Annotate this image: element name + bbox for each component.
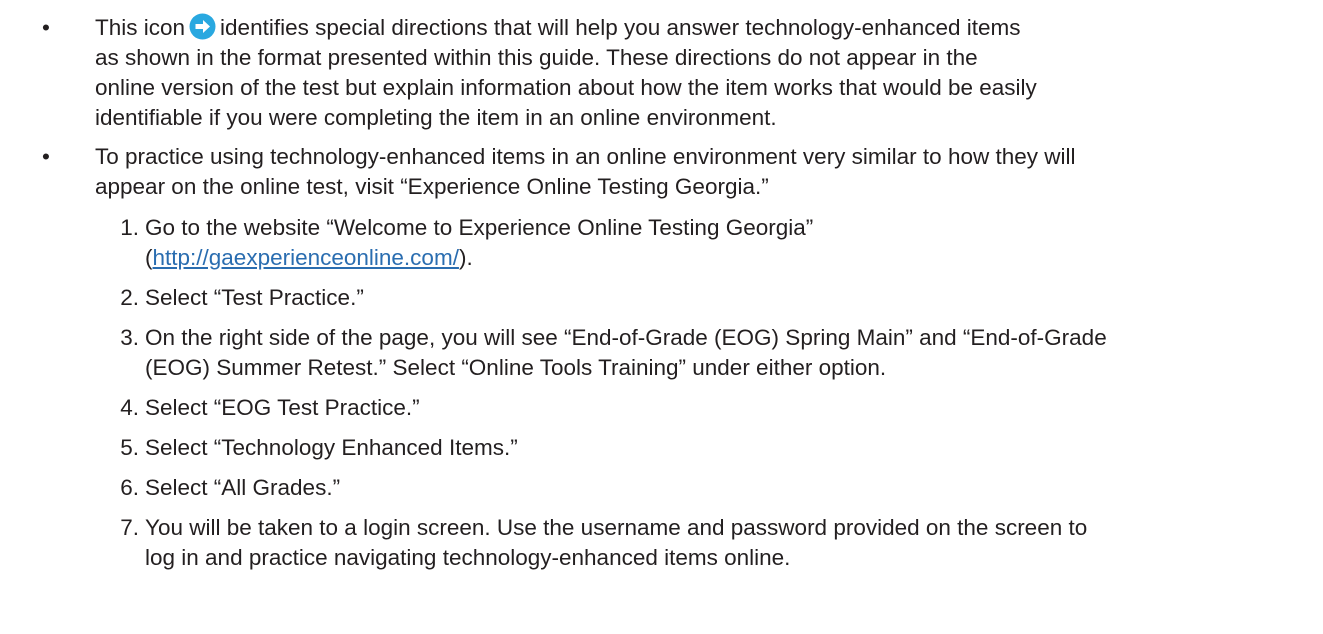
- bullet-line: This icon identifies special directions t…: [95, 13, 1295, 43]
- bullet-line: online version of the test but explain i…: [95, 75, 1037, 100]
- bullet-line: as shown in the format presented within …: [95, 45, 978, 70]
- step-line: Select “Test Practice.”: [145, 285, 364, 310]
- step-line: (EOG) Summer Retest.” Select “Online Too…: [145, 355, 887, 380]
- step-item: Select “EOG Test Practice.”: [145, 393, 1315, 423]
- step-item: Select “Test Practice.”: [145, 283, 1315, 313]
- step-line: log in and practice navigating technolog…: [145, 545, 791, 570]
- step-line: You will be taken to a login screen. Use…: [145, 515, 1088, 540]
- bullet-text: identifies special directions that will …: [220, 15, 1021, 40]
- step-line: Select “EOG Test Practice.”: [145, 395, 420, 420]
- arrow-right-circle-icon: [189, 13, 216, 40]
- step-text: ).: [458, 245, 473, 270]
- bullet-marker: •: [42, 144, 50, 169]
- step-item: Select “All Grades.”: [145, 473, 1315, 503]
- step-line: (http://gaexperienceonline.com/).: [145, 243, 1315, 273]
- bullet-line: identifiable if you were completing the …: [95, 105, 777, 130]
- bullet-practice: To practice using technology-enhanced it…: [95, 142, 1295, 202]
- step-item: On the right side of the page, you will …: [145, 323, 1315, 383]
- bullet-marker: •: [42, 15, 50, 40]
- bullet-icon-directions: This icon identifies special directions t…: [95, 13, 1295, 133]
- step-line: Select “Technology Enhanced Items.”: [145, 435, 518, 460]
- step-line: Go to the website “Welcome to Experience…: [145, 215, 814, 240]
- bullet-line: To practice using technology-enhanced it…: [95, 144, 1076, 169]
- step-item: Select “Technology Enhanced Items.”: [145, 433, 1315, 463]
- step-text: (: [145, 245, 153, 270]
- directions-page: • This icon identifies special directions…: [0, 0, 1323, 634]
- step-number: 1.: [120, 215, 139, 240]
- step-line: On the right side of the page, you will …: [145, 325, 1107, 350]
- step-item: Go to the website “Welcome to Experience…: [145, 213, 1315, 273]
- step-number: 3.: [120, 325, 139, 350]
- step-line: Select “All Grades.”: [145, 475, 341, 500]
- step-number: 6.: [120, 475, 139, 500]
- step-number: 5.: [120, 435, 139, 460]
- bullet-line: appear on the online test, visit “Experi…: [95, 174, 769, 199]
- step-number: 2.: [120, 285, 139, 310]
- step-number: 7.: [120, 515, 139, 540]
- experience-online-link[interactable]: http://gaexperienceonline.com/: [153, 245, 459, 270]
- step-number: 4.: [120, 395, 139, 420]
- step-item: You will be taken to a login screen. Use…: [145, 513, 1315, 573]
- bullet-text: This icon: [95, 15, 186, 40]
